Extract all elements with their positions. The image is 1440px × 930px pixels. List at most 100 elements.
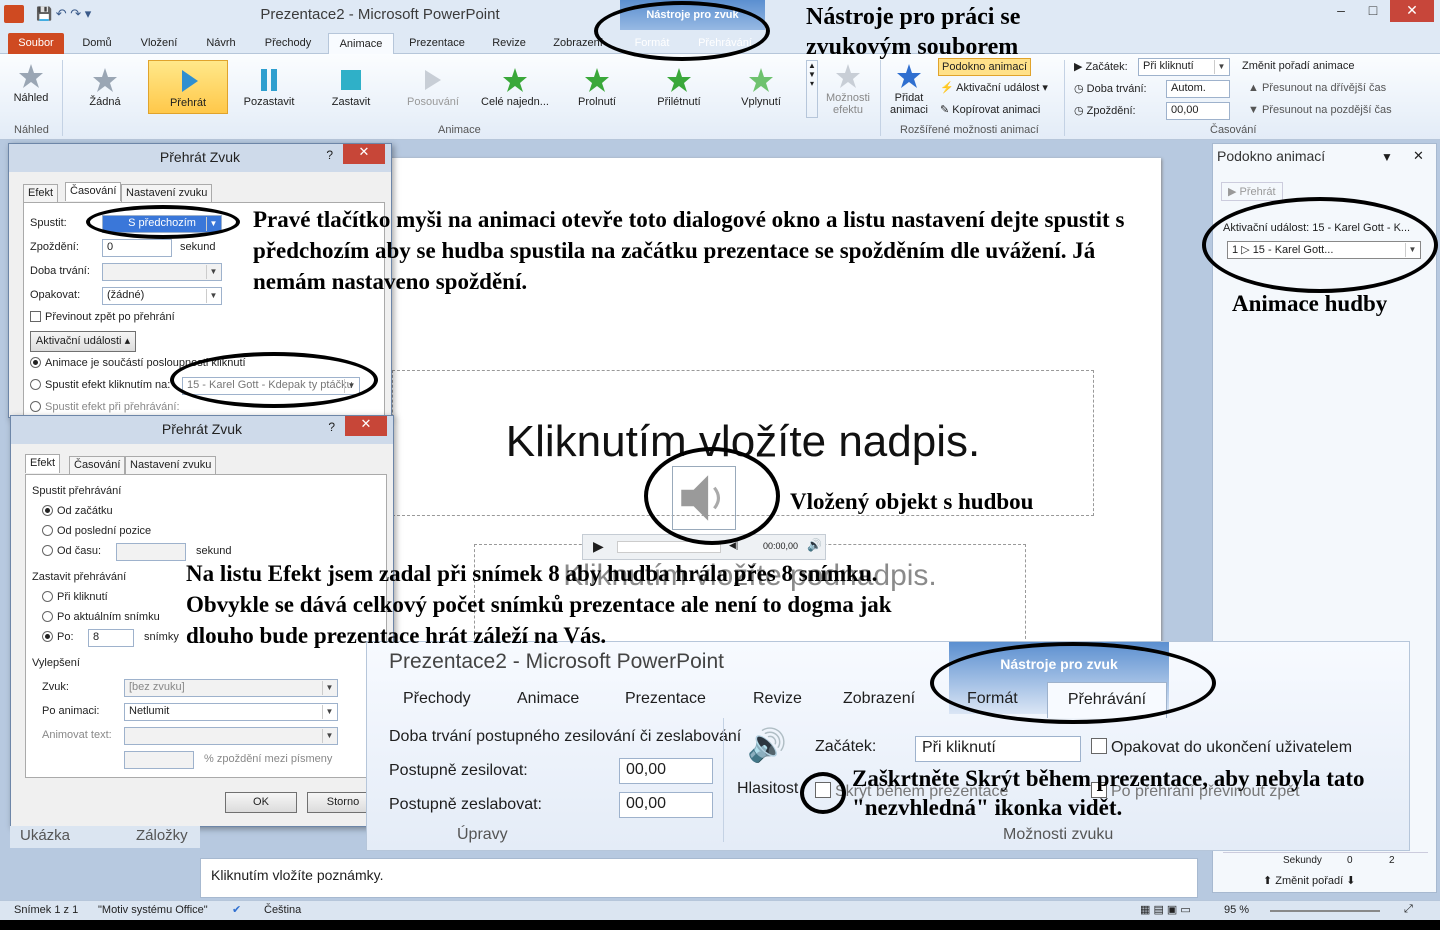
dialog-close-button[interactable]: ✕ [345,416,387,436]
option-from-start[interactable]: Od začátku [42,505,113,517]
dialog-close-button[interactable]: ✕ [343,144,385,164]
option-from-time[interactable]: Od času: [42,545,101,557]
zoomed-tab-transitions[interactable]: Přechody [403,690,471,708]
anim-float-in[interactable]: Vplynutí [724,60,798,118]
maximize-button[interactable]: □ [1358,0,1388,22]
zoomed-loop-checkbox[interactable]: Opakovat do ukončení uživatelem [1091,738,1352,757]
notes-pane[interactable]: Kliknutím vložíte poznámky. [200,858,1198,898]
tab-timing[interactable]: Časování [65,182,122,201]
highlight-oval [86,205,240,239]
option-bookmark[interactable]: Spustit efekt při přehrávání: [30,401,180,413]
tab-slides[interactable]: Záložky [136,827,188,844]
after-anim-dropdown[interactable]: Netlumit ▼ [124,703,338,721]
zoomed-tab-view[interactable]: Zobrazení [843,690,915,708]
close-button[interactable]: ✕ [1390,0,1434,22]
anim-none[interactable]: Žádná [68,60,142,118]
tab-slideshow[interactable]: Prezentace [404,33,470,54]
sound-dropdown[interactable]: [bez zvuku] ▼ [124,679,338,697]
start-select[interactable]: Při kliknutí ▼ [1138,58,1230,76]
duration-label: Doba trvání: [30,265,90,277]
from-time-input[interactable] [116,543,186,561]
tab-transitions[interactable]: Přechody [256,33,320,54]
tab-review[interactable]: Revize [482,33,536,54]
anim-appear[interactable]: Celé najedn... [478,60,552,118]
annotation-effect-tab: Na listu Efekt jsem zadal při snímek 8 a… [186,561,892,648]
effect-options-button[interactable]: Možnosti efektu [818,56,878,116]
option-on-click[interactable]: Při kliknutí [42,591,108,603]
option-after-current[interactable]: Po aktuálním snímku [42,611,160,623]
pane-reorder[interactable]: ⬆ Změnit pořadí ⬇ [1263,874,1355,887]
language[interactable]: Čeština [264,904,301,916]
option-start-on-click[interactable]: Spustit efekt kliknutím na: [30,379,170,391]
animate-text-dropdown[interactable]: ▼ [124,727,338,745]
letter-delay-input[interactable] [124,751,194,769]
anim-play[interactable]: Přehrát [148,60,228,114]
after-slides-input[interactable]: 8 [88,629,134,647]
triggers-button[interactable]: Aktivační události ▴ [30,331,136,352]
delay-input[interactable]: 0 [102,239,172,257]
pane-play-label: Přehrát [1239,186,1276,198]
move-later-button[interactable]: ▼ Přesunout na pozdější čas [1248,104,1392,116]
tab-insert[interactable]: Vložení [132,33,186,54]
duration-dropdown[interactable]: ▼ [102,263,222,281]
duration-label-text: Doba trvání: [1086,83,1147,95]
option-after[interactable]: Po: [42,631,74,643]
zoom-slider[interactable] [1270,910,1380,912]
anim-fly-in[interactable]: Přilétnutí [642,60,716,118]
tab-animations[interactable]: Animace [328,33,394,54]
tab-timing[interactable]: Časování [69,456,126,475]
zoomed-start-dropdown[interactable]: Při kliknutí [915,736,1081,762]
move-earlier-button[interactable]: ▲ Přesunout na dřívější čas [1248,82,1386,94]
pane-timeline[interactable]: Sekundy 0 2 [1223,852,1428,868]
tab-home[interactable]: Domů [72,33,122,54]
rewind-checkbox[interactable]: Převinout zpět po přehrání [30,311,175,323]
anim-seek[interactable]: Posouvání [396,60,470,118]
preview-button[interactable]: Náhled [0,56,62,114]
zoomed-fade-out-label: Postupně zeslabovat: [389,796,542,813]
tab-file[interactable]: Soubor [8,33,64,54]
tab-sound-settings[interactable]: Nastavení zvuku [121,184,213,203]
gallery-scroll[interactable]: ▲ ▼ ▾ [806,60,818,118]
help-icon[interactable]: ? [328,420,335,434]
star-icon [667,68,691,92]
slides-unit: snímky [144,631,179,643]
play-icon[interactable]: ▶ [593,538,604,555]
tab-outline[interactable]: Ukázka [20,827,70,844]
minimize-button[interactable]: – [1326,0,1356,22]
tab-sound-settings[interactable]: Nastavení zvuku [125,456,217,475]
animation-painter-button[interactable]: ✎ Kopírovat animaci [940,103,1040,116]
volume-icon[interactable]: 🔊 [807,538,822,552]
zoomed-fade-in-input[interactable]: 00,00 [619,758,713,784]
separator [723,718,724,842]
zoom-level[interactable]: 95 % [1224,904,1249,916]
zoomed-tab-review[interactable]: Revize [753,690,802,708]
delay-input[interactable]: 00,00 [1166,102,1230,120]
annotation-sound-tools: Nástroje pro práci se zvukovým souborem [806,4,1021,60]
pane-play-button[interactable]: ▶ Přehrát [1221,182,1283,201]
pane-close-icon[interactable]: ✕ [1413,148,1424,164]
option-from-last[interactable]: Od poslední pozice [42,525,151,537]
tab-design[interactable]: Návrh [196,33,246,54]
anim-fade[interactable]: Prolnutí [560,60,634,118]
duration-input[interactable]: Autom. [1166,80,1230,98]
fit-window-icon[interactable]: ⤢ [1404,903,1413,916]
view-buttons[interactable]: ▦ ▤ ▣ ▭ [1140,903,1191,916]
trigger-button[interactable]: ⚡ Aktivační událost ▾ [940,81,1048,94]
anim-stop[interactable]: Zastavit [314,60,388,118]
zoomed-tab-slideshow[interactable]: Prezentace [625,690,706,708]
tab-effect[interactable]: Efekt [23,184,59,203]
help-icon[interactable]: ? [326,148,333,162]
tab-effect[interactable]: Efekt [25,454,61,473]
ok-button[interactable]: OK [225,792,297,813]
volume-icon[interactable]: 🔊 [747,726,787,764]
repeat-dropdown[interactable]: (žádné) ▼ [102,287,222,305]
anim-pause[interactable]: Pozastavit [232,60,306,118]
enhancements-label: Vylepšení [32,657,80,669]
rewind-label: Převinout zpět po přehrání [45,311,175,323]
sound-value: [bez zvuku] [129,681,185,693]
spellcheck-icon[interactable]: ✔ [232,903,241,916]
pane-options-icon[interactable]: ▼ [1381,150,1393,164]
zoomed-tab-animations[interactable]: Animace [517,690,579,708]
zoomed-fade-out-input[interactable]: 00,00 [619,792,713,818]
add-animation-button[interactable]: Přidat animaci [882,56,936,116]
